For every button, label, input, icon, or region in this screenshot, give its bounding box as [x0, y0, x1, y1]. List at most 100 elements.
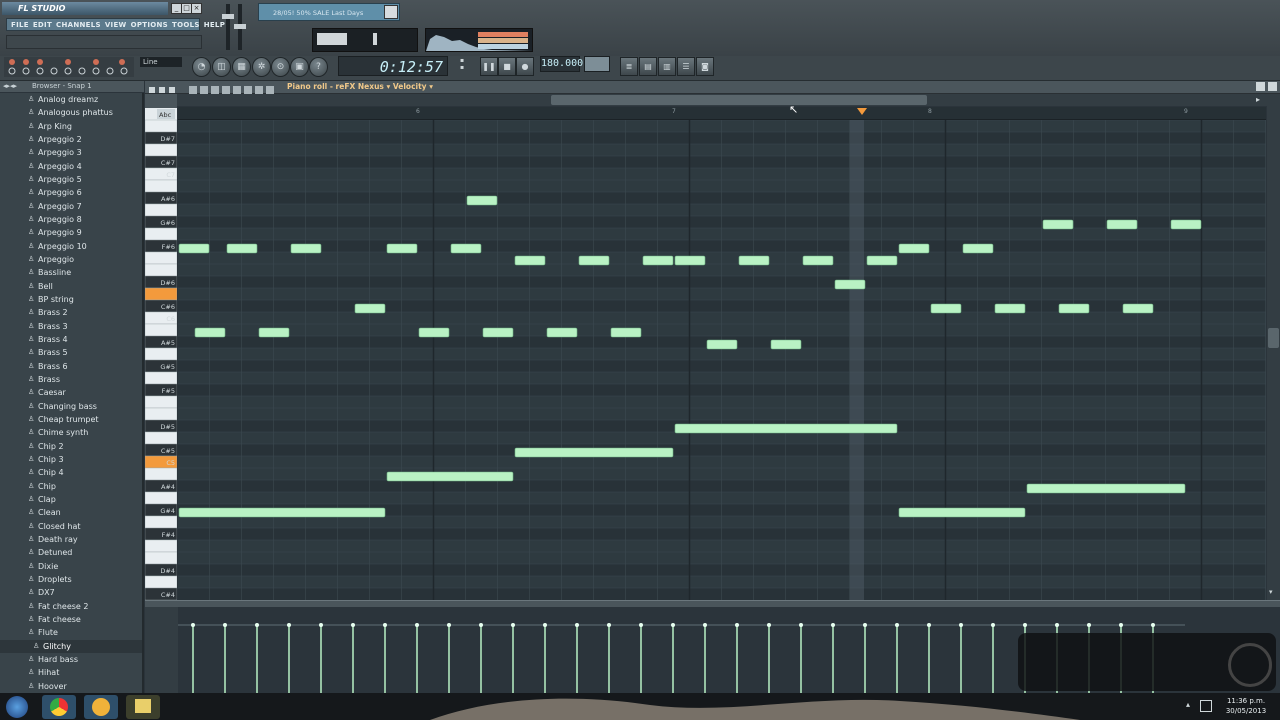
zoom-icon[interactable]: ⊙: [271, 57, 290, 77]
velocity-handle[interactable]: [319, 623, 323, 627]
note[interactable]: [994, 303, 1026, 314]
pattern-selector[interactable]: [584, 56, 610, 72]
blend-notes-icon[interactable]: ✲: [252, 57, 271, 77]
piano-keyboard[interactable]: Abc D#7 C#7 C7 A#6 G#6 F#6 D#6 C#6 C6 A#5 G#5 F#5 D#5…: [144, 94, 178, 601]
velocity-handle[interactable]: [575, 623, 579, 627]
velocity-handle[interactable]: [1119, 623, 1123, 627]
menu-tools[interactable]: TOOLS: [172, 21, 200, 29]
velocity-handle[interactable]: [511, 623, 515, 627]
playlist-icon[interactable]: ≣: [620, 57, 638, 76]
browser-item[interactable]: ♙ Chip 3: [0, 453, 142, 466]
note[interactable]: [546, 327, 578, 338]
note[interactable]: [418, 327, 450, 338]
browser-item[interactable]: ♙ Arpeggio 3: [0, 146, 142, 159]
browser-item[interactable]: ♙ Cheap trumpet: [0, 413, 142, 426]
browser-item[interactable]: ♙ Brass 4: [0, 333, 142, 346]
typing-keyboard-icon[interactable]: ◫: [212, 57, 231, 77]
velocity-handle[interactable]: [1087, 623, 1091, 627]
scroll-right-icon[interactable]: ▸: [1256, 95, 1266, 105]
note[interactable]: [578, 255, 610, 266]
browser-item[interactable]: ♙ Changing bass: [0, 400, 142, 413]
master-volume-slider[interactable]: [226, 4, 230, 50]
browser-item[interactable]: ♙ Brass 2: [0, 306, 142, 319]
note[interactable]: [354, 303, 386, 314]
note[interactable]: [898, 243, 930, 254]
browser-item[interactable]: ♙ Brass 3: [0, 320, 142, 333]
velocity-handle[interactable]: [415, 623, 419, 627]
menu-file[interactable]: FILE: [11, 21, 29, 29]
menu-help[interactable]: HELP: [204, 21, 225, 29]
piano-key[interactable]: [144, 575, 178, 589]
browser-item[interactable]: ♙ Arp King: [0, 120, 142, 133]
note[interactable]: [466, 195, 498, 206]
note-grid-svg[interactable]: [178, 120, 1266, 600]
browser-item[interactable]: ♙ Chip 2: [0, 440, 142, 453]
velocity-handle[interactable]: [223, 623, 227, 627]
browser-item[interactable]: ♙ Closed hat: [0, 520, 142, 533]
step-sequencer-icon[interactable]: ▤: [639, 57, 657, 76]
pattern-song-toggle[interactable]: ▪ ▪: [460, 57, 472, 73]
tempo-display[interactable]: 180.000: [540, 56, 583, 72]
network-icon[interactable]: [1200, 700, 1212, 712]
browser-item[interactable]: ♙ Brass 5: [0, 346, 142, 359]
browser-item[interactable]: ♙ Chip: [0, 480, 142, 493]
help-icon[interactable]: ?: [309, 57, 328, 77]
piano-key[interactable]: [144, 251, 178, 265]
note[interactable]: [738, 255, 770, 266]
master-volume-handle[interactable]: [222, 14, 234, 19]
menu-view[interactable]: VIEW: [105, 21, 127, 29]
velocity-handle[interactable]: [479, 623, 483, 627]
browser-item[interactable]: ♙ Arpeggio 4: [0, 160, 142, 173]
browser-item[interactable]: ♙ BP string: [0, 293, 142, 306]
velocity-handle[interactable]: [959, 623, 963, 627]
piano-key[interactable]: [144, 347, 178, 361]
note[interactable]: [178, 243, 210, 254]
piano-roll-title[interactable]: Piano roll - reFX Nexus ▾ Velocity ▾: [287, 81, 433, 93]
browser-item[interactable]: ♙ Analogous phattus: [0, 106, 142, 119]
piano-key[interactable]: [144, 119, 178, 133]
piano-key[interactable]: [144, 263, 178, 277]
menu-options[interactable]: OPTIONS: [131, 21, 168, 29]
browser-item[interactable]: ♙ Droplets: [0, 573, 142, 586]
note[interactable]: [258, 327, 290, 338]
menu-edit[interactable]: EDIT: [33, 21, 52, 29]
velocity-handle[interactable]: [447, 623, 451, 627]
piano-roll-target[interactable]: Velocity: [393, 82, 427, 91]
browser-item[interactable]: ♙ Fat cheese 2: [0, 600, 142, 613]
browser-item[interactable]: ♙ Arpeggio 9: [0, 226, 142, 239]
save-icon[interactable]: ▣: [290, 57, 309, 77]
browser-item[interactable]: ♙ Bell: [0, 280, 142, 293]
tray-expand-icon[interactable]: ▴: [1186, 700, 1190, 709]
browser-item[interactable]: ♙ Chip 4: [0, 466, 142, 479]
browser-item[interactable]: ♙ Arpeggio: [0, 253, 142, 266]
velocity-handle[interactable]: [767, 623, 771, 627]
browser-item[interactable]: ♙ Analog dreamz: [0, 93, 142, 106]
velocity-handle[interactable]: [543, 623, 547, 627]
piano-key[interactable]: [144, 467, 178, 481]
browser-item[interactable]: ♙ Hard bass: [0, 653, 142, 666]
velocity-handle[interactable]: [1023, 623, 1027, 627]
velocity-handle[interactable]: [831, 623, 835, 627]
browser-item[interactable]: ♙ Arpeggio 6: [0, 186, 142, 199]
note[interactable]: [802, 255, 834, 266]
browser-item[interactable]: ♙ Hoover: [0, 680, 142, 693]
playhead-marker-icon[interactable]: [857, 108, 867, 115]
note[interactable]: [1026, 483, 1186, 494]
piano-key[interactable]: [144, 491, 178, 505]
velocity-handle[interactable]: [735, 623, 739, 627]
browser-item[interactable]: ♙ Arpeggio 2: [0, 133, 142, 146]
velocity-handle[interactable]: [287, 623, 291, 627]
browser-item[interactable]: ♙ Fat cheese: [0, 613, 142, 626]
browser-item[interactable]: ♙ Brass 6: [0, 360, 142, 373]
pause-icon[interactable]: ❚❚: [480, 57, 498, 76]
browser-item[interactable]: ♙ Chime synth: [0, 426, 142, 439]
fl-studio-taskbar-icon[interactable]: [84, 695, 118, 719]
stop-icon[interactable]: ■: [498, 57, 516, 76]
browser-item[interactable]: ♙ Clap: [0, 493, 142, 506]
browser-item[interactable]: ♙ Death ray: [0, 533, 142, 546]
piano-key[interactable]: [144, 515, 178, 529]
browser-item[interactable]: ♙ Clean: [0, 506, 142, 519]
time-ruler[interactable]: 6 7 8 9: [178, 107, 1266, 120]
browser-item[interactable]: ♙ Hihat: [0, 666, 142, 679]
note[interactable]: [930, 303, 962, 314]
